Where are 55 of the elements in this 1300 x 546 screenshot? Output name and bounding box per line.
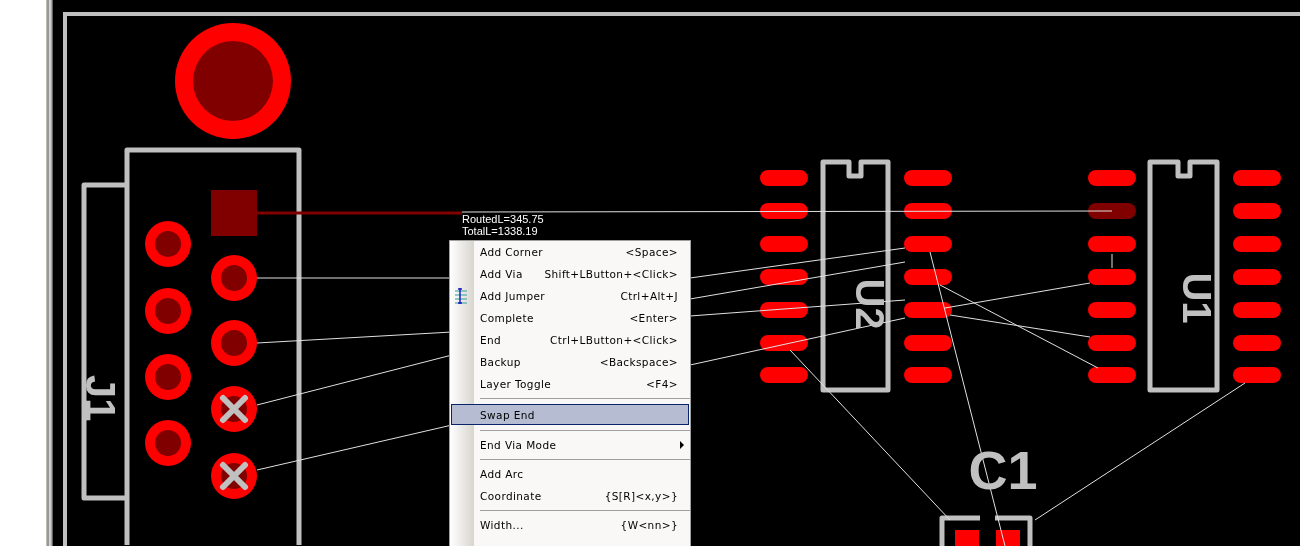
square-pad — [211, 190, 257, 236]
round-pad — [211, 255, 257, 301]
menu-item[interactable]: Add Arc — [474, 463, 690, 485]
length-readout: TotalL=1338.19 — [462, 225, 538, 237]
designator-label: U1 — [1175, 272, 1219, 324]
ratsnest-line — [1111, 253, 1113, 269]
smd-pad — [760, 170, 808, 186]
designator-label: U2 — [848, 278, 892, 330]
smd-pad — [904, 335, 952, 351]
smd-pad — [955, 530, 979, 546]
length-readout: RoutedL=345.75 — [462, 213, 544, 225]
menu-item[interactable]: End Ctrl+LButton+<Click> — [474, 329, 690, 351]
smd-pad — [1088, 302, 1136, 318]
menu-item[interactable]: Add Jumper Ctrl+Alt+J — [474, 285, 690, 307]
smd-pad — [760, 236, 808, 252]
smd-pad — [904, 236, 952, 252]
smd-pad — [1233, 236, 1281, 252]
menu-item[interactable]: Coordinate {S[R]<x,y>} — [474, 485, 690, 507]
smd-pad — [1088, 170, 1136, 186]
menu-item[interactable]: Add Via Shift+LButton+<Click> — [474, 263, 690, 285]
smd-pad — [904, 367, 952, 383]
smd-pad — [760, 335, 808, 351]
menu-item[interactable]: End Via Mode — [474, 434, 690, 456]
smd-pad — [1088, 367, 1136, 383]
round-pad — [145, 288, 191, 334]
smd-pad — [904, 170, 952, 186]
menu-item[interactable]: Layer Toggle <F4> — [474, 373, 690, 395]
smd-pad — [996, 530, 1020, 546]
smd-pad — [1088, 269, 1136, 285]
crossed-pad — [211, 386, 257, 432]
menu-item[interactable]: Width... {W<nn>} — [474, 514, 690, 536]
smd-pad — [1088, 236, 1136, 252]
round-pad — [211, 320, 257, 366]
smd-pad — [760, 302, 808, 318]
crossed-pad — [211, 453, 257, 499]
smd-pad — [1233, 335, 1281, 351]
smd-pad — [904, 302, 952, 318]
designator-label: J1 — [76, 374, 124, 422]
menu-item[interactable]: Backup <Backspace> — [474, 351, 690, 373]
smd-pad — [760, 367, 808, 383]
menu-item[interactable]: Swap End — [451, 404, 689, 425]
menu-item[interactable]: Add Corner <Space> — [474, 241, 690, 263]
smd-pad — [760, 269, 808, 285]
smd-pad — [1233, 367, 1281, 383]
round-pad — [145, 420, 191, 466]
smd-pad — [1233, 170, 1281, 186]
round-pad — [145, 221, 191, 267]
menu-item[interactable]: Complete <Enter> — [474, 307, 690, 329]
smd-pad — [1233, 203, 1281, 219]
smd-pad — [1088, 203, 1136, 219]
smd-pad — [1233, 302, 1281, 318]
smd-pad — [904, 269, 952, 285]
smd-pad — [1088, 335, 1136, 351]
round-pad — [145, 354, 191, 400]
smd-pad — [1233, 269, 1281, 285]
